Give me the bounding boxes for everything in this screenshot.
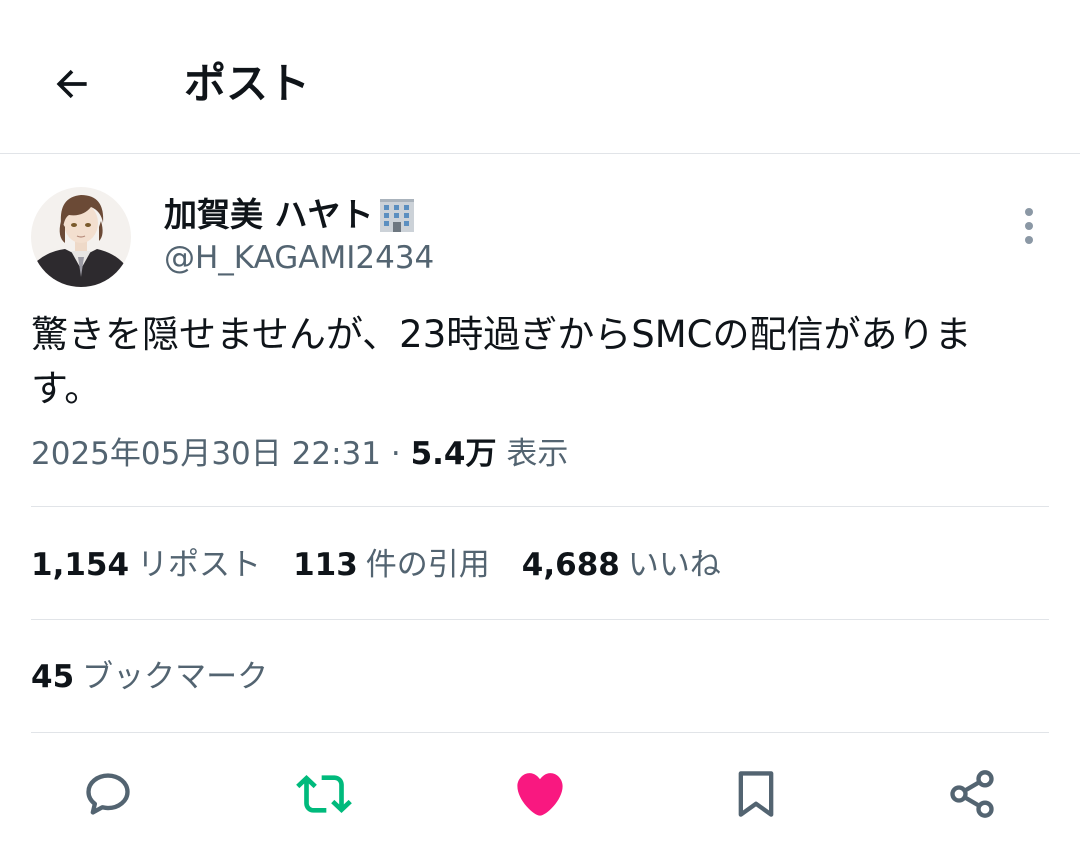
- views-count: 5.4万: [410, 436, 497, 472]
- back-arrow-icon: [56, 69, 87, 99]
- author-name-text: 加賀美 ハヤト: [164, 195, 374, 234]
- bookmarks-count: 45: [31, 659, 75, 695]
- bookmark-button[interactable]: [728, 766, 784, 822]
- app-header: ポスト: [0, 0, 1080, 154]
- reply-button[interactable]: [80, 766, 136, 822]
- office-building-icon: [378, 196, 416, 234]
- engagement-stats: 1,154 リポスト 113 件の引用 4,688 いいね: [31, 543, 753, 587]
- reply-icon: [86, 773, 130, 815]
- author-handle[interactable]: @H_KAGAMI2434: [164, 238, 434, 278]
- divider: [31, 619, 1049, 620]
- quotes-label: 件の引用: [365, 547, 490, 583]
- repost-icon: [296, 775, 352, 813]
- share-button[interactable]: [944, 766, 1000, 822]
- reposts-label: リポスト: [137, 547, 262, 583]
- action-bar: [0, 760, 1080, 830]
- likes-label: いいね: [627, 547, 721, 583]
- reposts-stat[interactable]: 1,154 リポスト: [31, 543, 261, 587]
- share-icon: [950, 770, 994, 818]
- likes-count: 4,688: [521, 547, 620, 583]
- post-meta: 2025年05月30日 22:31 · 5.4万 表示: [31, 432, 568, 476]
- back-button[interactable]: [38, 52, 106, 116]
- likes-stat[interactable]: 4,688 いいね: [522, 543, 721, 587]
- divider: [31, 506, 1049, 507]
- post-text: 驚きを隠せませんが、23時過ぎからSMCの配信があります。: [31, 313, 972, 410]
- more-vertical-icon: [1025, 208, 1033, 244]
- repost-button[interactable]: [296, 766, 352, 822]
- page-title: ポスト: [184, 59, 311, 108]
- quotes-count: 113: [293, 547, 358, 583]
- quotes-stat[interactable]: 113 件の引用: [293, 543, 490, 587]
- views-label: 表示: [506, 436, 569, 472]
- reposts-count: 1,154: [31, 547, 130, 583]
- bookmarks-stat[interactable]: 45 ブックマーク: [31, 655, 268, 699]
- like-button[interactable]: [512, 766, 568, 822]
- bookmarks-label: ブックマーク: [82, 659, 269, 695]
- like-heart-icon: [517, 773, 563, 816]
- more-options-button[interactable]: [1006, 200, 1052, 252]
- meta-separator: ·: [390, 436, 401, 472]
- post-timestamp[interactable]: 2025年05月30日 22:31: [31, 436, 381, 472]
- divider: [31, 732, 1049, 733]
- author-display-name[interactable]: 加賀美 ハヤト: [164, 193, 416, 237]
- author-avatar[interactable]: [31, 187, 131, 287]
- bookmark-icon: [738, 771, 774, 817]
